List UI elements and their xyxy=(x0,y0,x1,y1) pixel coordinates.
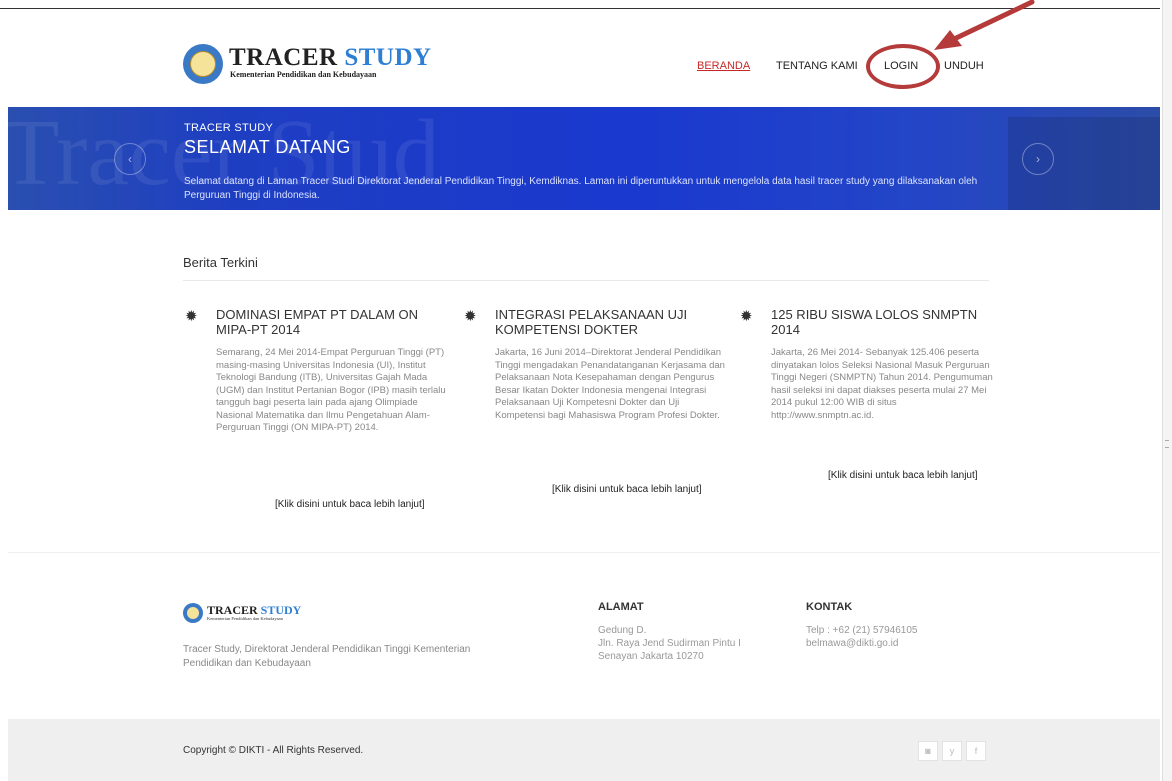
gear-icon: ✹ xyxy=(740,308,753,325)
scroll-grip[interactable] xyxy=(1165,440,1169,448)
contact-email[interactable]: belmawa@dikti.go.id xyxy=(806,637,917,650)
instagram-icon[interactable]: ◙ xyxy=(918,741,938,761)
contact-text: Telp : +62 (21) 57946105 belmawa@dikti.g… xyxy=(806,624,917,650)
hero-banner: Tracer Stud ‹ › TRACER STUDY SELAMAT DAT… xyxy=(8,107,1160,210)
news-item-body: Jakarta, 26 Mei 2014- Sebanyak 125.406 p… xyxy=(771,347,993,421)
news-heading: Berita Terkini xyxy=(183,255,258,270)
ministry-emblem-icon xyxy=(183,603,203,623)
section-divider xyxy=(8,552,1160,553)
nav-tentang-kami[interactable]: TENTANG KAMI xyxy=(776,60,858,72)
read-more-link[interactable]: [Klik disini untuk baca lebih lanjut] xyxy=(552,484,702,495)
news-item-body: Jakarta, 16 Juni 2014–Direktorat Jendera… xyxy=(495,347,725,421)
address-text: Gedung D. Jln. Raya Jend Sudirman Pintu … xyxy=(598,625,741,662)
banner-next-arrow-icon[interactable]: › xyxy=(1022,143,1054,175)
news-item-title[interactable]: DOMINASI EMPAT PT DALAM ON MIPA-PT 2014 xyxy=(216,307,446,337)
site-logo[interactable]: TRACER STUDY Kementerian Pendidikan dan … xyxy=(183,41,431,85)
gear-icon: ✹ xyxy=(185,308,198,325)
banner-description: Selamat datang di Laman Tracer Studi Dir… xyxy=(184,176,978,201)
news-item-title[interactable]: INTEGRASI PELAKSANAAN UJI KOMPETENSI DOK… xyxy=(495,307,725,337)
logo-subtitle: Kementerian Pendidikan dan Kebudayaan xyxy=(230,70,377,79)
gear-icon: ✹ xyxy=(464,308,477,325)
nav-beranda[interactable]: BERANDA xyxy=(697,60,750,72)
news-item-body: Semarang, 24 Mei 2014-Empat Perguruan Ti… xyxy=(216,347,446,433)
nav-unduh[interactable]: UNDUH xyxy=(944,60,984,72)
banner-prev-arrow-icon[interactable]: ‹ xyxy=(114,143,146,175)
vertical-scrollbar[interactable] xyxy=(1162,0,1172,781)
banner-title: SELAMAT DATANG xyxy=(184,137,351,157)
copyright-text: Copyright © DIKTI - All Rights Reserved. xyxy=(183,745,364,756)
address-heading: ALAMAT xyxy=(598,601,644,613)
footer-description: Tracer Study, Direktorat Jenderal Pendid… xyxy=(183,644,471,669)
annotation-arrow-icon xyxy=(934,0,1035,50)
facebook-icon[interactable]: f xyxy=(966,741,986,761)
read-more-link[interactable]: [Klik disini untuk baca lebih lanjut] xyxy=(275,499,425,510)
footer-logo[interactable]: TRACER STUDY Kementerian Pendidikan dan … xyxy=(183,601,323,625)
news-item-title[interactable]: 125 RIBU SISWA LOLOS SNMPTN 2014 xyxy=(771,307,1001,337)
read-more-link[interactable]: [Klik disini untuk baca lebih lanjut] xyxy=(828,470,978,481)
contact-heading: KONTAK xyxy=(806,601,853,613)
contact-phone: Telp : +62 (21) 57946105 xyxy=(806,625,918,636)
footer-bar: Copyright © DIKTI - All Rights Reserved.… xyxy=(8,719,1160,781)
twitter-icon[interactable]: y xyxy=(942,741,962,761)
footer-logo-subtitle: Kementerian Pendidikan dan Kebudayaan xyxy=(207,616,283,621)
logo-title: TRACER STUDY xyxy=(229,44,432,71)
news-divider xyxy=(183,280,989,281)
banner-overline: TRACER STUDY xyxy=(184,122,274,134)
ministry-emblem-icon xyxy=(183,44,223,84)
